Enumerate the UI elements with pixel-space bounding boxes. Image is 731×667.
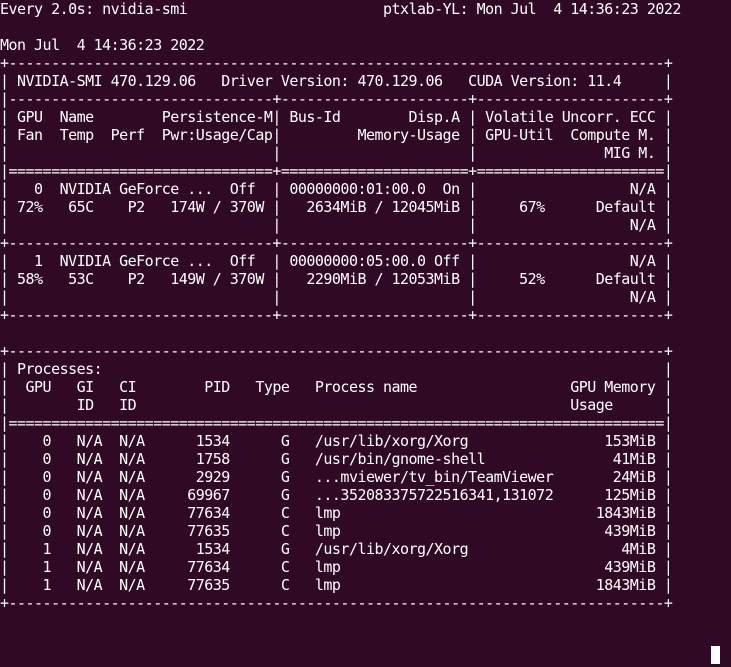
gpu-header-line: | Fan Temp Perf Pwr:Usage/Cap| Memory-Us… [0, 126, 673, 144]
process-row: | 1 N/A N/A 77634 C lmp 439MiB | [0, 558, 673, 576]
process-row: | 1 N/A N/A 1534 G /usr/lib/xorg/Xorg 4M… [0, 540, 673, 558]
text-cursor [711, 646, 720, 664]
process-header-line: | GPU GI CI PID Type Process name GPU Me… [0, 378, 673, 396]
output-line: |-------------------------------+-------… [0, 90, 673, 108]
timestamp-line: Mon Jul 4 14:36:23 2022 [0, 36, 205, 54]
output-line: +---------------------------------------… [0, 594, 673, 612]
output-line: +---------------------------------------… [0, 342, 673, 360]
watch-header-line: Every 2.0s: nvidia-smi ptxlab-YL: Mon Ju… [0, 0, 681, 18]
process-header-line: | ID ID Usage | [0, 396, 673, 414]
output-line: +---------------------------------------… [0, 54, 673, 72]
watch-command: Every 2.0s: nvidia-smi [0, 0, 188, 18]
output-line: |=======================================… [0, 414, 673, 432]
output-line: +-------------------------------+-------… [0, 234, 673, 252]
gpu-row: | | | N/A | [0, 216, 673, 234]
gpu-row: | | | N/A | [0, 288, 673, 306]
gpu-row: | 72% 65C P2 174W / 370W | 2634MiB / 120… [0, 198, 673, 216]
process-row: | 0 N/A N/A 1534 G /usr/lib/xorg/Xorg 15… [0, 432, 673, 450]
gpu-row: | 58% 53C P2 149W / 370W | 2290MiB / 120… [0, 270, 673, 288]
process-row: | 0 N/A N/A 2929 G ...mviewer/tv_bin/Tea… [0, 468, 673, 486]
terminal-window[interactable]: Every 2.0s: nvidia-smi ptxlab-YL: Mon Ju… [0, 0, 731, 667]
process-row: | 0 N/A N/A 69967 G ...35208337572251634… [0, 486, 673, 504]
output-line: +-------------------------------+-------… [0, 306, 673, 324]
processes-title-line: | Processes: | [0, 360, 673, 378]
gpu-header-line: | | | MIG M. | [0, 144, 673, 162]
gpu-row: | 1 NVIDIA GeForce ... Off | 00000000:05… [0, 252, 673, 270]
process-row: | 0 N/A N/A 1758 G /usr/bin/gnome-shell … [0, 450, 673, 468]
process-row: | 0 N/A N/A 77634 C lmp 1843MiB | [0, 504, 673, 522]
gpu-header-line: | GPU Name Persistence-M| Bus-Id Disp.A … [0, 108, 673, 126]
process-row: | 1 N/A N/A 77635 C lmp 1843MiB | [0, 576, 673, 594]
watch-host-time: ptxlab-YL: Mon Jul 4 14:36:23 2022 [383, 0, 681, 18]
version-line: | NVIDIA-SMI 470.129.06 Driver Version: … [0, 72, 673, 90]
output-line: |===============================+=======… [0, 162, 673, 180]
gpu-row: | 0 NVIDIA GeForce ... Off | 00000000:01… [0, 180, 673, 198]
process-row: | 0 N/A N/A 77635 C lmp 439MiB | [0, 522, 673, 540]
header-gap [187, 0, 383, 18]
terminal-output: Every 2.0s: nvidia-smi ptxlab-YL: Mon Ju… [0, 0, 681, 612]
